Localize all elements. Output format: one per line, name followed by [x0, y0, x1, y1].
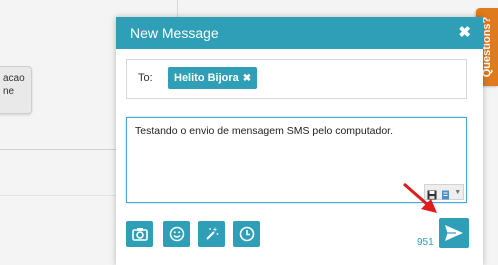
background-card-text: ne [3, 86, 15, 97]
emoji-button[interactable] [163, 221, 190, 247]
recipient-name: Helito Bijora [174, 72, 239, 84]
paper-plane-icon [445, 225, 463, 241]
background-divider [0, 195, 116, 196]
clock-icon [239, 226, 254, 242]
new-message-dialog: New Message ✖ To: Helito Bijora ✖ Testand… [116, 17, 483, 265]
character-counter: 951 [417, 237, 434, 248]
background-divider [0, 149, 116, 150]
remove-recipient-icon[interactable]: ✖ [243, 73, 251, 84]
annotation-arrow [403, 182, 437, 213]
magic-wand-icon [205, 227, 218, 240]
smiley-icon [169, 226, 184, 242]
template-icon[interactable] [441, 187, 451, 200]
background-card-text: acao [3, 73, 25, 84]
schedule-button[interactable] [233, 221, 260, 247]
camera-icon [131, 228, 148, 241]
dialog-title: New Message [130, 25, 219, 41]
chevron-down-icon[interactable]: ▼ [454, 189, 461, 196]
message-text: Testando o envio de mensagem SMS pelo co… [135, 125, 393, 137]
attach-photo-button[interactable] [126, 221, 153, 247]
close-icon[interactable]: ✖ [458, 23, 471, 41]
magic-wand-button[interactable] [198, 221, 225, 247]
dialog-header: New Message ✖ [116, 17, 483, 49]
recipients-field[interactable]: To: Helito Bijora ✖ [126, 59, 467, 99]
background-card[interactable]: acao ne [0, 66, 32, 114]
send-button[interactable] [439, 218, 469, 248]
recipient-chip[interactable]: Helito Bijora ✖ [168, 67, 258, 89]
to-label: To: [138, 72, 153, 84]
